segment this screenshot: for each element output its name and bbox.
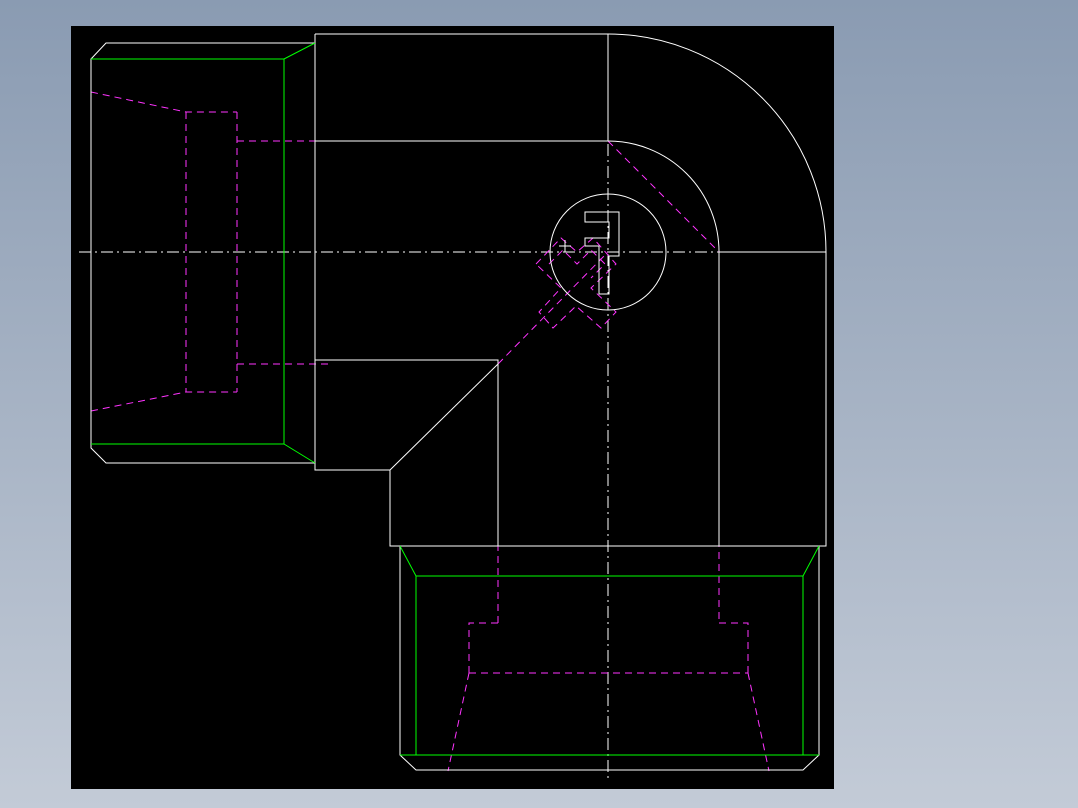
bottom-bore-step-top-right	[719, 622, 749, 673]
body-corner-chamfer	[389, 363, 499, 471]
bottom-port-outline	[399, 545, 820, 771]
rear-logo-outline	[535, 237, 617, 329]
body-inner-bend	[607, 140, 720, 546]
bottom-bore-step-top	[468, 622, 498, 673]
bottom-thread-chamfer-left	[399, 545, 417, 577]
bottom-bore-taper-right	[747, 672, 770, 772]
left-bore-taper-top	[90, 91, 237, 113]
hidden-lines	[90, 91, 770, 772]
logo-crosshair	[559, 240, 571, 252]
centerlines	[79, 34, 826, 781]
outline-lines	[90, 33, 827, 771]
left-bore-taper-bottom	[90, 391, 237, 412]
left-port-outline	[90, 42, 316, 464]
elbow-fitting-drawing	[79, 33, 827, 781]
bottom-thread-chamfer-right	[802, 545, 820, 577]
bottom-bore-taper-left	[447, 672, 470, 772]
left-thread-chamfer-top	[283, 42, 316, 60]
thread-lines	[91, 42, 820, 756]
body-inner-corner	[315, 359, 499, 546]
body-outline	[314, 33, 827, 547]
logo-letter-p	[584, 211, 620, 295]
rear-logo-inner	[548, 249, 606, 279]
cad-viewport[interactable]	[71, 26, 834, 789]
left-thread-chamfer-bottom	[283, 443, 316, 464]
